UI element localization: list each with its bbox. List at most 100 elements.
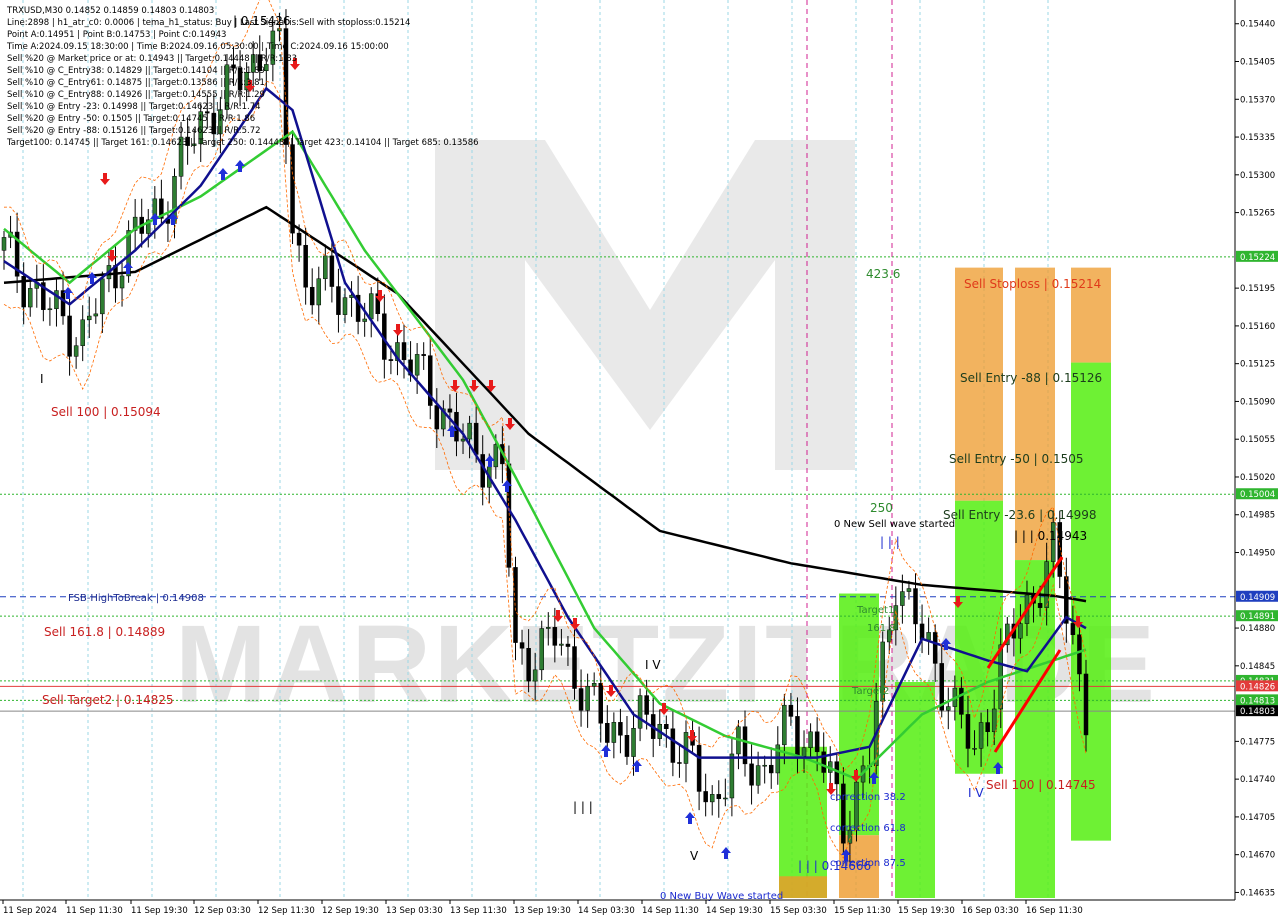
price-tick-label: 0.14740 [1240, 775, 1275, 785]
candle-body [926, 632, 931, 641]
candle-body [519, 642, 525, 649]
candle-body [768, 764, 774, 774]
price-badge-label: 0.14803 [1240, 707, 1275, 717]
candle-body [618, 722, 623, 736]
candle-body [296, 232, 302, 246]
candle-body [946, 706, 951, 711]
candle-body [368, 293, 374, 320]
candle-body [336, 286, 341, 315]
time-tick-label: 11 Sep 2024 [3, 906, 57, 916]
wave-iv-b-label: I V [968, 786, 984, 800]
time-tick-label: 11 Sep 11:30 [66, 906, 123, 916]
sell-entry-88-label: Sell Entry -88 | 0.15126 [960, 371, 1102, 385]
target2-label: Target2 [851, 686, 889, 697]
target-zone [779, 876, 827, 898]
candle-body [401, 342, 407, 361]
info-line: Time A:2024.09.15 18:30:00 | Time B:2024… [6, 42, 389, 52]
price-tick-label: 0.15160 [1240, 322, 1275, 332]
candle-body [900, 591, 905, 606]
candle-body [637, 695, 643, 729]
candle-body [493, 444, 499, 468]
candle-body [959, 687, 964, 715]
time-tick-label: 16 Sep 03:30 [962, 906, 1019, 916]
sell-entry-50-label: Sell Entry -50 | 0.1505 [949, 452, 1083, 466]
candle-body [513, 567, 518, 643]
price-tick-label: 0.15055 [1240, 435, 1275, 445]
correction-618-label: correction 61.8 [830, 823, 906, 834]
candle-body [93, 313, 99, 317]
candle-body [677, 762, 682, 764]
price-tick-label: 0.14635 [1240, 888, 1275, 898]
candle-body [473, 422, 479, 455]
info-line: Sell %10 @ C_Entry61: 0.14875 || Target:… [7, 78, 265, 88]
candle-body [782, 704, 787, 746]
wave-v-a-label: V [690, 849, 699, 863]
price-tick-label: 0.15335 [1240, 133, 1275, 143]
time-tick-label: 15 Sep 11:30 [834, 906, 891, 916]
candle-body [362, 318, 367, 322]
candle-body [591, 683, 597, 687]
candle-body [86, 315, 92, 321]
time-tick-label: 13 Sep 03:30 [386, 906, 443, 916]
price-tick-label: 0.14705 [1240, 813, 1275, 823]
price-tick-label: 0.15090 [1240, 397, 1275, 407]
sell100-left-label: Sell 100 | 0.15094 [51, 405, 161, 419]
price-tick-label: 0.15125 [1240, 360, 1275, 370]
time-tick-label: 15 Sep 03:30 [770, 906, 827, 916]
candle-body [329, 255, 335, 287]
candle-body [598, 683, 603, 724]
sell161-label: Sell 161.8 | 0.14889 [44, 625, 165, 639]
time-axis: 11 Sep 2024 11 Sep 11:30 11 Sep 19:30 12 Se… [2, 900, 1083, 916]
candle-body [342, 297, 348, 315]
candle-body [119, 275, 125, 289]
candle-body [913, 588, 918, 625]
time-tick-label: 15 Sep 19:30 [898, 906, 955, 916]
candle-body [47, 308, 53, 311]
info-line: Sell %20 @ Market price or at: 0.14943 |… [7, 54, 297, 64]
candle-body [965, 714, 971, 749]
candle-body [434, 405, 440, 430]
time-tick-label: 14 Sep 11:30 [642, 906, 699, 916]
candle-body [539, 628, 544, 671]
price-axis: 0.15440 0.15405 0.15370 0.15335 0.15300 0.152… [1235, 20, 1278, 898]
target1-label: Target1 [856, 605, 894, 616]
candle-body [755, 765, 761, 786]
price-chart[interactable]: MARKETZITRADE | 0.15426 Sell 100 | 0.150… [0, 0, 1280, 920]
candle-body [644, 695, 649, 715]
price-tick-label: 0.14880 [1240, 624, 1275, 634]
candle-body [100, 278, 105, 315]
candle-body [277, 28, 282, 32]
candle-body [808, 731, 813, 748]
price-badge-label: 0.15224 [1240, 253, 1275, 263]
candle-body [60, 290, 66, 317]
time-tick-label: 13 Sep 11:30 [450, 906, 507, 916]
candle-body [1, 237, 7, 251]
candle-body [932, 632, 938, 664]
time-tick-label: 11 Sep 19:30 [131, 906, 188, 916]
candle-body [709, 794, 715, 803]
price-badge-label: 0.14813 [1240, 696, 1275, 706]
candle-body [559, 643, 564, 646]
candle-body [611, 722, 617, 743]
candle-body [1083, 673, 1089, 736]
candle-body [316, 278, 322, 306]
sell-entry-236-label: Sell Entry -23.6 | 0.14998 [943, 508, 1097, 522]
chart-container[interactable]: MARKETZITRADE | 0.15426 Sell 100 | 0.150… [0, 0, 1280, 920]
price-badge-label: 0.14909 [1240, 593, 1275, 603]
time-tick-label: 13 Sep 19:30 [514, 906, 571, 916]
candle-body [1037, 603, 1043, 608]
candle-body [624, 735, 630, 757]
lvl-250-label: 250 [870, 501, 893, 515]
entry-zone [1071, 362, 1111, 841]
time-tick-label: 12 Sep 03:30 [194, 906, 251, 916]
candle-body [467, 422, 472, 440]
price-tick-label: 0.15300 [1240, 171, 1275, 181]
info-line: Sell %20 @ Entry -50: 0.1505 || Target:0… [7, 114, 255, 124]
wave-i-label: I [40, 372, 44, 386]
candle-body [80, 319, 85, 346]
info-line: Sell %20 @ Entry -88: 0.15126 || Target:… [7, 126, 261, 136]
price-badge-label: 0.14891 [1240, 612, 1275, 622]
candle-body [906, 588, 912, 592]
candle-body [565, 643, 571, 647]
entry-zone [1015, 560, 1055, 898]
